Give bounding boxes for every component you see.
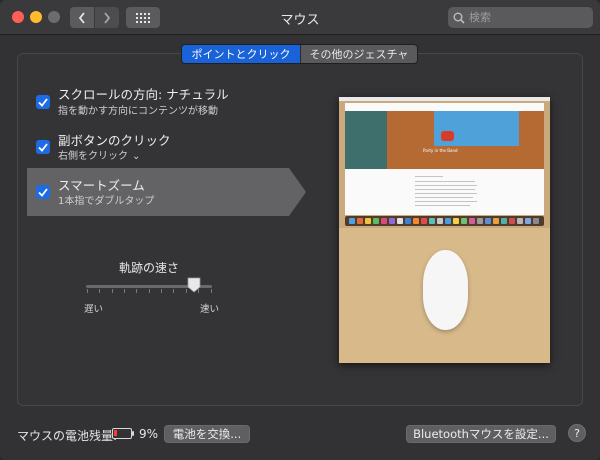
hero-shape — [345, 111, 387, 169]
dock-app-icon — [445, 218, 451, 224]
dock-app-icon — [381, 218, 387, 224]
search-field[interactable] — [448, 7, 593, 28]
hero-caption: Party in the Band — [423, 148, 458, 153]
tab-point-and-click[interactable]: ポイントとクリック — [182, 45, 300, 63]
hero-shape — [441, 131, 454, 141]
tab-bar: ポイントとクリック その他のジェスチャ — [181, 44, 418, 64]
battery-label: マウスの電池残量: — [17, 429, 118, 443]
checkmark-icon — [38, 97, 48, 107]
dock-app-icon — [469, 218, 475, 224]
dock-app-icon — [421, 218, 427, 224]
preview-browser-window: Party in the Band — [345, 103, 544, 215]
replace-battery-button[interactable]: 電池を交換... — [164, 425, 250, 443]
selected-option-pointer — [289, 168, 306, 216]
slider-min-label: 遅い — [84, 304, 104, 315]
dock-app-icon — [485, 218, 491, 224]
battery-terminal — [132, 431, 134, 436]
dock-app-icon — [453, 218, 459, 224]
chevron-right-icon — [104, 11, 111, 24]
tab-more-gestures[interactable]: その他のジェスチャ — [300, 45, 417, 63]
scroll-direction-checkbox[interactable] — [36, 95, 50, 109]
article-line — [415, 201, 477, 202]
zoom-button[interactable] — [48, 11, 60, 23]
battery-icon — [112, 428, 132, 439]
gesture-preview-image: Party in the Band — [339, 97, 550, 363]
magic-mouse-image — [423, 250, 468, 330]
grid-icon — [136, 12, 150, 23]
slider-tick — [87, 289, 88, 293]
preview-hero-image: Party in the Band — [345, 111, 544, 169]
slider-tick — [161, 289, 162, 293]
help-button[interactable]: ? — [568, 424, 586, 442]
dock-app-icon — [525, 218, 531, 224]
secondary-click-checkbox[interactable] — [36, 140, 50, 154]
dock-app-icon — [533, 218, 539, 224]
slider-tick — [173, 289, 174, 293]
dock-app-icon — [477, 218, 483, 224]
setup-bluetooth-mouse-button[interactable]: Bluetoothマウスを設定... — [406, 425, 556, 443]
preview-dock — [345, 216, 544, 226]
dock-app-icon — [501, 218, 507, 224]
dock-app-icon — [461, 218, 467, 224]
preview-screen: Party in the Band — [339, 97, 550, 228]
slider-tick — [124, 289, 125, 293]
article-line — [415, 181, 475, 182]
dock-app-icon — [429, 218, 435, 224]
smart-zoom-checkbox[interactable] — [36, 185, 50, 199]
dock-app-icon — [357, 218, 363, 224]
checkmark-icon — [38, 187, 48, 197]
dock-app-icon — [397, 218, 403, 224]
search-input[interactable] — [469, 11, 579, 24]
secondary-click-popup[interactable]: 右側をクリック ⌄ — [58, 147, 140, 162]
minimize-button[interactable] — [30, 11, 42, 23]
option-title: スクロールの方向: ナチュラル — [58, 87, 229, 102]
slider-max-label: 速い — [200, 304, 220, 315]
dock-app-icon — [437, 218, 443, 224]
article-line — [415, 193, 477, 194]
popup-value: 右側をクリック — [58, 151, 128, 162]
article-line — [415, 185, 477, 186]
slider-tick — [99, 289, 100, 293]
article-line — [415, 176, 443, 177]
battery-percent: 9% — [139, 427, 159, 441]
chevron-down-icon: ⌄ — [132, 151, 141, 162]
close-button[interactable] — [12, 11, 24, 23]
slider-tick — [112, 289, 113, 293]
article-line — [415, 205, 470, 206]
slider-tick — [149, 289, 150, 293]
dock-app-icon — [413, 218, 419, 224]
preview-desk-surface — [339, 228, 550, 363]
dock-app-icon — [389, 218, 395, 224]
option-subtitle: 指を動かす方向にコンテンツが移動 — [58, 106, 218, 117]
search-icon — [453, 12, 465, 24]
forward-button[interactable] — [95, 7, 119, 28]
slider-thumb[interactable] — [187, 277, 201, 293]
title-bar: マウス — [0, 0, 600, 35]
checkmark-icon — [38, 142, 48, 152]
slider-tick — [136, 289, 137, 293]
article-line — [415, 197, 473, 198]
dock-app-icon — [493, 218, 499, 224]
dock-app-icon — [405, 218, 411, 224]
back-button[interactable] — [70, 7, 94, 28]
preview-menubar — [339, 97, 550, 101]
dock-app-icon — [365, 218, 371, 224]
dock-app-icon — [373, 218, 379, 224]
tracking-speed-label: 軌跡の速さ — [118, 261, 179, 275]
dock-app-icon — [509, 218, 515, 224]
article-line — [415, 189, 475, 190]
dock-app-icon — [517, 218, 523, 224]
chevron-left-icon — [78, 11, 85, 24]
dock-app-icon — [349, 218, 355, 224]
option-subtitle: 1本指でダブルタップ — [58, 196, 155, 207]
show-all-button[interactable] — [126, 7, 160, 28]
preferences-window: マウス ポイントとクリック その他のジェスチャ スクロールの方向: ナチュラル … — [0, 0, 600, 460]
battery-level-fill — [114, 430, 117, 436]
slider-tick — [211, 289, 212, 293]
